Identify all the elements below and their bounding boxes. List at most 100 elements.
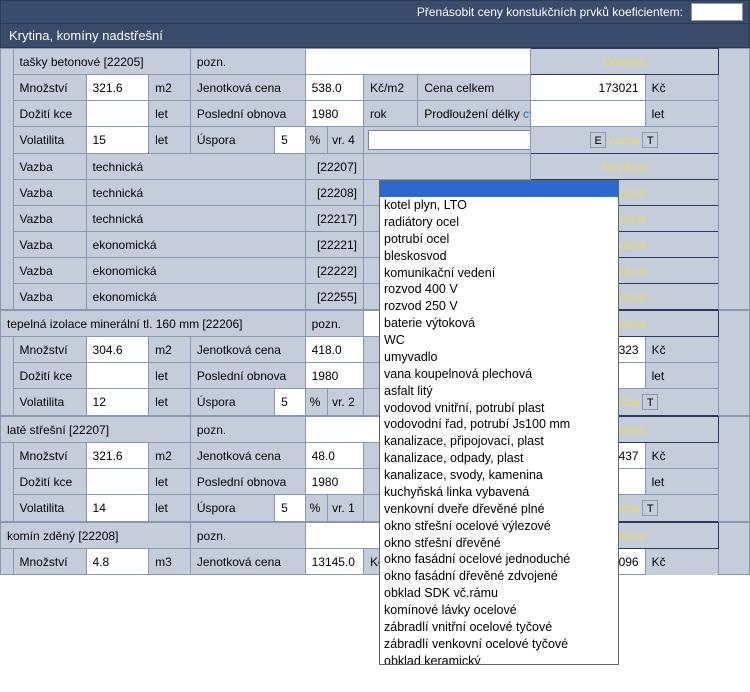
ext-input[interactable] [533,105,643,123]
dropdown-option[interactable]: bleskosvod [380,248,618,265]
last-label: Poslední obnova [190,101,305,127]
unlink-button[interactable]: Nevázat [530,154,718,180]
qty-label: Množství [13,337,86,363]
vol-input[interactable] [89,131,147,149]
dropdown-option[interactable]: kanalizace, připojovací, plast [380,433,618,450]
vazba-label: Vazba [13,258,86,284]
dropdown-option[interactable]: venkovní dveře dřevěné plné [380,501,618,518]
save-input[interactable] [277,393,303,411]
topbar-label: Přenásobit ceny konstukčních prvků koefi… [417,5,683,19]
link-select[interactable] [368,130,530,150]
dropdown-option[interactable]: obklad keramický [380,653,618,665]
note-label: pozn. [190,523,305,549]
dropdown-option[interactable]: baterie výtoková [380,315,618,332]
save-input[interactable] [277,131,303,149]
uprice-label: Jenotková cena [190,443,305,469]
unit: m2 [149,443,191,469]
link-type: ekonomická [86,232,305,258]
dropdown-option[interactable]: zábradlí vnitřní ocelové tyčové [380,619,618,636]
dropdown-option[interactable]: okno střešní ocelové výlezové [380,518,618,535]
link-type: ekonomická [86,284,305,310]
uprice-label: Jenotková cena [190,337,305,363]
uprice-input[interactable] [308,447,361,465]
uprice-input[interactable] [308,553,361,571]
qty-label: Množství [13,75,86,101]
dropdown-option[interactable]: kotel plyn, LTO [380,197,618,214]
pct: % [306,127,328,153]
total-input[interactable] [533,79,643,97]
link-dropdown[interactable]: kotel plyn, LTOradiátory ocelpotrubí oce… [379,180,619,665]
dropdown-option[interactable]: komínové lávky ocelové [380,602,618,619]
year-unit: rok [364,101,418,127]
qty-input[interactable] [89,553,147,571]
last-input[interactable] [308,473,361,491]
item-title: latě střešní [22207] [1,417,191,443]
qty-input[interactable] [89,79,147,97]
vazba-label: Vazba [13,154,86,180]
uprice-input[interactable] [308,79,361,97]
dropdown-option[interactable]: obklad SDK vč.rámu [380,585,618,602]
save-input[interactable] [277,499,303,517]
coef-input[interactable] [691,3,743,21]
years: let [645,101,718,127]
last-input[interactable] [308,105,361,123]
years: let [645,469,718,495]
dropdown-option[interactable]: umyvadlo [380,349,618,366]
dropdown-option[interactable]: okno fasádní ocelové jednoduché [380,551,618,568]
uprice-input[interactable] [308,341,361,359]
dropdown-option[interactable]: rozvod 250 V [380,298,618,315]
link-type: technická [86,206,305,232]
last-input[interactable] [308,367,361,385]
dropdown-option[interactable]: kanalizace, svody, kamenina [380,467,618,484]
dropdown-option[interactable]: komunikační vedení [380,265,618,282]
t-icon[interactable]: T [642,394,658,410]
dropdown-option[interactable]: okno střešní dřevěné [380,535,618,552]
vol-input[interactable] [89,499,147,517]
years: let [149,127,191,154]
dropdown-option[interactable]: WC [380,332,618,349]
dropdown-option[interactable]: kuchyňská linka vybavená [380,484,618,501]
dropdown-option[interactable]: asfalt litý [380,383,618,400]
unit: m2 [149,337,191,363]
topbar: Přenásobit ceny konstukčních prvků koefi… [0,0,750,24]
vazba-label: Vazba [13,232,86,258]
qty-input[interactable] [89,341,147,359]
dropdown-option[interactable] [380,181,618,197]
last-label: Poslední obnova [190,363,305,389]
remove-button[interactable]: Odebrat [530,49,718,75]
link-code: [22207] [305,154,363,180]
dropdown-option[interactable]: vodovodní řad, potrubí Js100 mm [380,416,618,433]
life-label: Dožití kce [13,363,86,389]
vazba-button[interactable]: EvazbaT [530,127,718,154]
t-icon[interactable]: T [642,500,658,516]
life-label: Dožití kce [13,469,86,495]
life-input[interactable] [89,105,147,123]
note-input[interactable] [308,53,528,71]
dropdown-option[interactable]: vodovod vnitřní, potrubí plast [380,400,618,417]
dropdown-option[interactable]: zábradlí venkovní ocelové tyčové [380,636,618,653]
unit: m3 [149,549,191,575]
dropdown-option[interactable]: rozvod 400 V [380,281,618,298]
qty-label: Množství [13,549,86,575]
vr-label: vr. [332,133,345,147]
life-input[interactable] [89,473,147,491]
e-icon[interactable]: E [590,132,606,148]
qty-input[interactable] [89,447,147,465]
link-type: ekonomická [86,258,305,284]
dropdown-option[interactable]: kanalizace, odpady, plast [380,450,618,467]
vol-input[interactable] [89,393,147,411]
currency: Kč [645,443,718,469]
life-input[interactable] [89,367,147,385]
link-type: technická [86,154,305,180]
vol-label: Volatilita [13,127,86,154]
last-label: Poslední obnova [190,469,305,495]
t-icon[interactable]: T [642,132,658,148]
life-label: Dožití kce [13,101,86,127]
save-label: Úspora [191,127,275,153]
dropdown-option[interactable]: radiátory ocel [380,214,618,231]
dropdown-option[interactable]: potrubí ocel [380,231,618,248]
dropdown-option[interactable]: okno fasádní dřevěné zdvojené [380,568,618,585]
unit2: Kč/m2 [364,75,418,101]
section-title: Krytina, komíny nadstřešní [0,24,750,48]
dropdown-option[interactable]: vana koupelnová plechová [380,366,618,383]
